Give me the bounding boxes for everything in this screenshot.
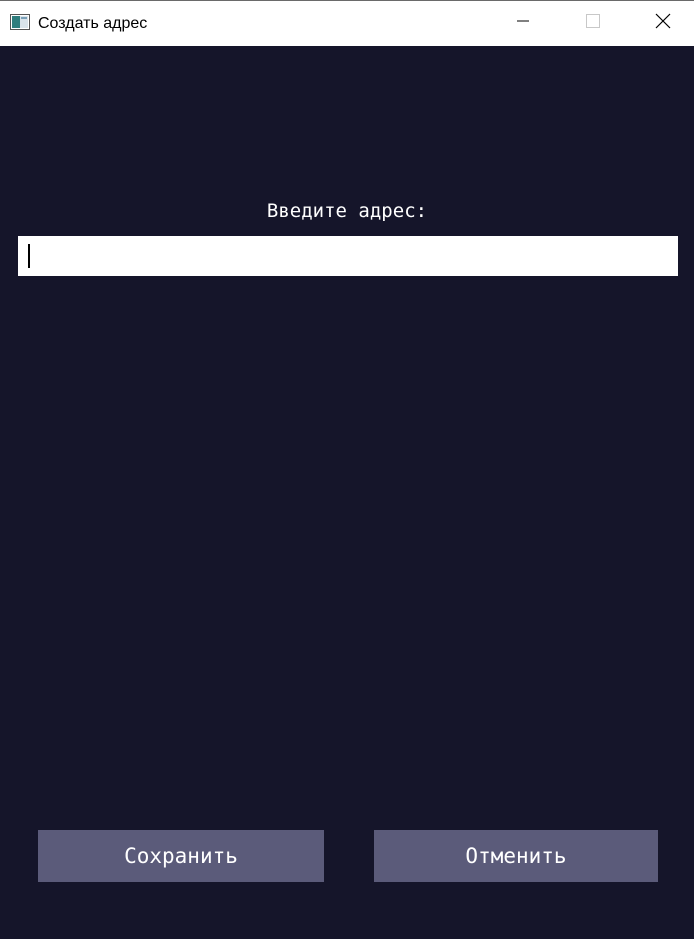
app-window-icon xyxy=(10,14,30,30)
cancel-button[interactable]: Отменить xyxy=(374,830,658,882)
create-address-window: Создать адрес Введите адрес: Сохранить О… xyxy=(0,0,694,939)
minimize-button[interactable] xyxy=(500,1,546,46)
title-bar[interactable]: Создать адрес xyxy=(0,0,694,46)
maximize-button[interactable] xyxy=(570,1,616,46)
address-prompt-label: Введите адрес: xyxy=(266,200,428,222)
minimize-icon xyxy=(516,14,530,33)
maximize-icon xyxy=(586,14,600,33)
address-input[interactable] xyxy=(18,236,678,276)
close-button[interactable] xyxy=(640,1,686,46)
close-icon xyxy=(655,13,671,34)
text-caret xyxy=(28,244,30,268)
dialog-content: Введите адрес: Сохранить Отменить xyxy=(0,46,694,939)
save-button[interactable]: Сохранить xyxy=(38,830,324,882)
window-title: Создать адрес xyxy=(38,15,148,32)
